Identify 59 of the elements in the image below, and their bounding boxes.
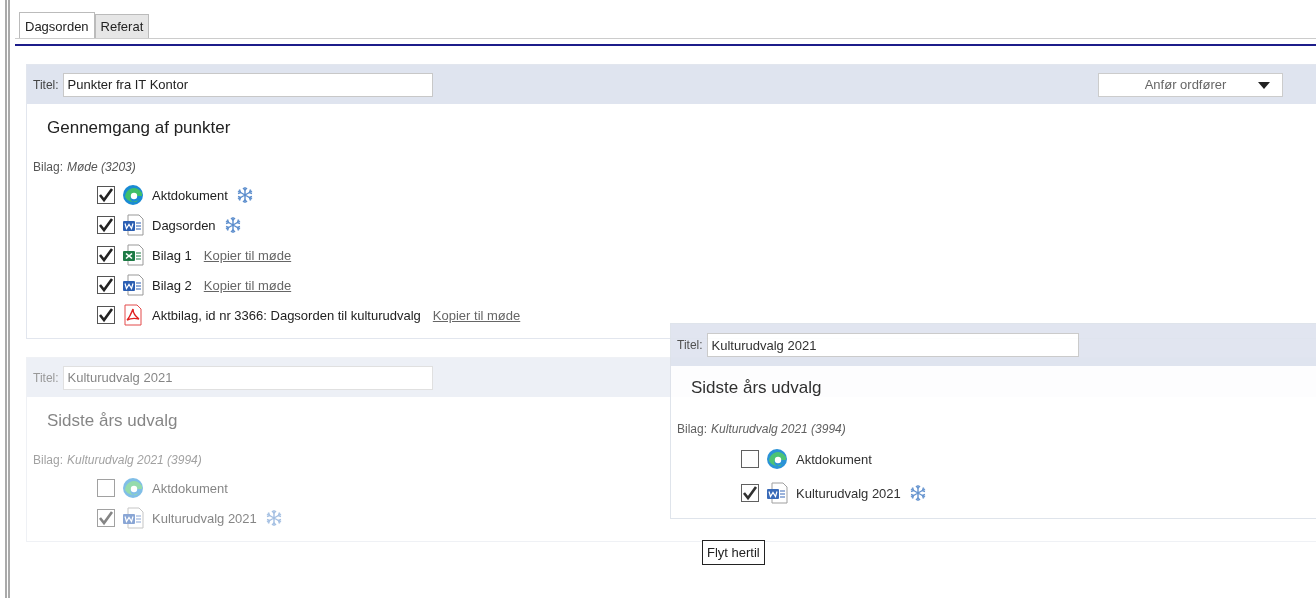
attachment-name[interactable]: Bilag 2 [152, 277, 192, 293]
edge-browser-icon [122, 477, 144, 499]
attachment-name[interactable]: Kulturudvalg 2021 [152, 510, 257, 526]
checkmark-icon [98, 187, 114, 203]
attachment-name[interactable]: Kulturudvalg 2021 [796, 485, 901, 501]
tooltip: Flyt hertil [702, 540, 765, 565]
tab[interactable]: Dagsorden [19, 12, 95, 38]
tab[interactable]: Referat [94, 14, 150, 38]
speaker-dropdown[interactable]: Anfør ordfører [1098, 72, 1283, 97]
copy-to-meeting-link[interactable]: Kopier til møde [432, 307, 521, 323]
checkbox[interactable] [97, 276, 115, 294]
checkbox[interactable] [97, 306, 115, 324]
checkbox[interactable] [97, 186, 115, 204]
title-field[interactable]: Punkter fra IT Kontor [62, 72, 433, 97]
checkmark-icon [98, 510, 114, 526]
item-heading: Sidste års udvalg [691, 378, 822, 398]
attachment-name[interactable]: Dagsorden [152, 217, 216, 233]
checkbox[interactable] [741, 450, 759, 468]
checkbox[interactable] [97, 246, 115, 264]
copy-to-meeting-link[interactable]: Kopier til møde [203, 247, 292, 263]
attachments-source: Kulturudvalg 2021 (3994) [711, 422, 846, 436]
title-label: Titel: [33, 370, 59, 385]
title-field[interactable]: Kulturudvalg 2021 [706, 333, 1079, 357]
spreadsheet-document-icon [122, 244, 144, 266]
checkmark-icon [98, 307, 114, 323]
title-field[interactable]: Kulturudvalg 2021 [62, 365, 433, 390]
item-heading: Gennemgang af punkter [47, 118, 231, 138]
checkbox[interactable] [97, 509, 115, 527]
checkmark-icon [98, 217, 114, 233]
checkbox[interactable] [97, 479, 115, 497]
attachments-source: Kulturudvalg 2021 (3994) [67, 453, 202, 467]
checkbox[interactable] [97, 216, 115, 234]
speaker-dropdown-text: Anfør ordfører [1144, 77, 1227, 92]
attachment-name[interactable]: Aktdokument [152, 187, 228, 203]
attachments-source: Møde (3203) [67, 160, 136, 174]
pdf-document-icon [122, 304, 144, 326]
checkmark-icon [742, 485, 758, 501]
attachment-name[interactable]: Aktbilag, id nr 3366: Dagsorden til kulturudvalg [152, 307, 421, 323]
attachment-name[interactable]: Aktdokument [152, 480, 228, 496]
title-label: Titel: [677, 338, 703, 352]
checkbox[interactable] [741, 484, 759, 502]
copy-to-meeting-link[interactable]: Kopier til møde [203, 277, 292, 293]
attachment-name[interactable]: Bilag 1 [152, 247, 192, 263]
word-document-icon [766, 482, 788, 504]
dragged-item-card[interactable]: Titel: Kulturudvalg 2021 Sidste års udvalg Bilag: Kulturudvalg 2021 (3994) Aktdokument Kulturudvalg 2021 [670, 323, 1316, 519]
item-heading: Sidste års udvalg [47, 411, 178, 431]
attachments-label: Bilag: [33, 160, 64, 174]
title-label: Titel: [33, 77, 59, 92]
word-document-icon [122, 214, 144, 236]
attachment-name[interactable]: Aktdokument [796, 451, 872, 467]
checkmark-icon [98, 247, 114, 263]
attachments-label: Bilag: [677, 422, 708, 436]
edge-browser-icon [766, 448, 788, 470]
caret-icon [1258, 81, 1270, 89]
word-document-icon [122, 274, 144, 296]
edge-browser-icon [122, 184, 144, 206]
word-document-icon [122, 507, 144, 529]
checkmark-icon [98, 277, 114, 293]
attachments-label: Bilag: [33, 453, 64, 467]
